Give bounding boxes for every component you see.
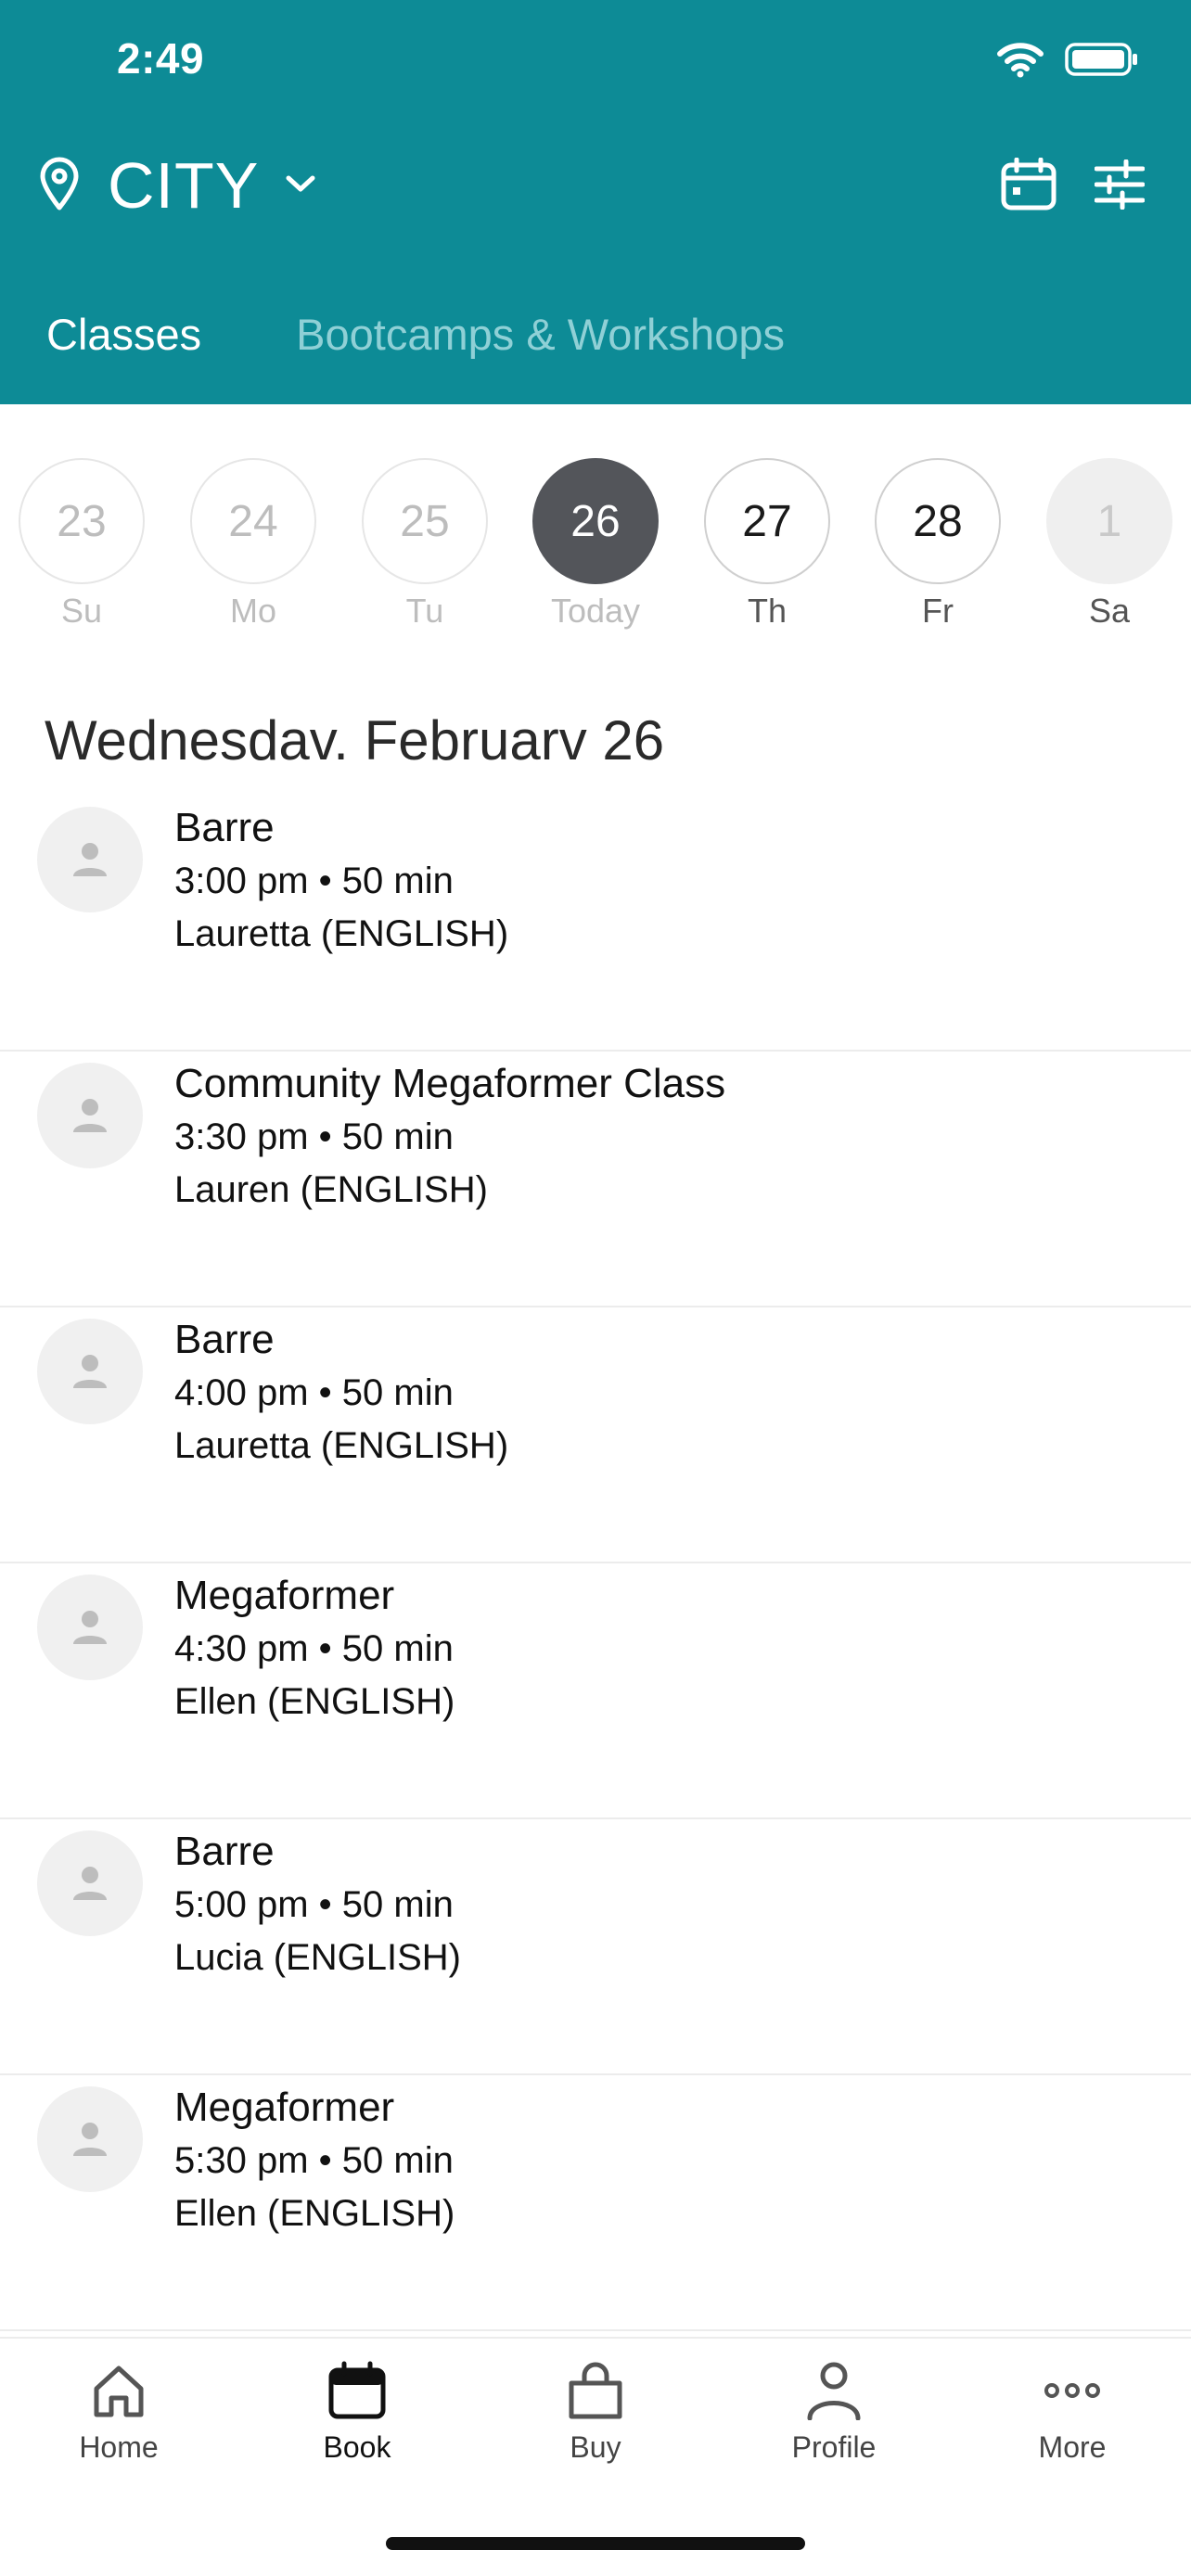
day-su[interactable]: 23 Su (19, 458, 145, 631)
class-instructor: Lauretta (ENGLISH) (174, 913, 509, 954)
location-pin-icon (37, 156, 82, 216)
day-label: Today (550, 592, 641, 630)
class-name: Barre (174, 1317, 275, 1362)
class-instructor: Lauretta (ENGLISH) (174, 1425, 509, 1466)
person-placeholder-icon (73, 1355, 107, 1388)
day-label: Fr (922, 592, 954, 630)
class-name: Megaformer (174, 2085, 395, 2130)
instructor-avatar (37, 1063, 143, 1168)
nav-book[interactable]: Book (264, 2361, 450, 2465)
class-list-item[interactable]: Barre 5:00 pm • 50 min Lucia (ENGLISH) (0, 1819, 1191, 2075)
class-time: 4:30 pm • 50 min (174, 1628, 454, 1669)
nav-profile[interactable]: Profile (741, 2361, 927, 2465)
tab-bootcamps-workshops[interactable]: Bootcamps & Workshops (248, 309, 831, 360)
day-label: Sa (1088, 592, 1131, 630)
nav-buy[interactable]: Buy (503, 2361, 688, 2465)
day-number: 1 (1046, 458, 1172, 584)
location-selector[interactable]: CITY (37, 148, 316, 223)
header: 2:49 CITY Classes Bootcamps & Workshops (0, 0, 1191, 404)
status-icons (996, 41, 1139, 83)
person-icon (807, 2362, 861, 2421)
day-label: Su (60, 592, 103, 630)
header-actions (1000, 157, 1146, 216)
instructor-avatar (37, 807, 143, 912)
person-placeholder-icon (73, 1099, 107, 1132)
day-label: Tu (405, 592, 444, 630)
class-list-item[interactable]: Megaformer 5:30 pm • 50 min Ellen (ENGLI… (0, 2075, 1191, 2331)
day-today[interactable]: 26 Today (532, 458, 659, 631)
more-icon (1044, 2383, 1100, 2398)
class-time: 4:00 pm • 50 min (174, 1372, 454, 1413)
class-name: Barre (174, 805, 275, 850)
nav-more[interactable]: More (980, 2361, 1165, 2465)
day-sa[interactable]: 1 Sa (1046, 458, 1172, 631)
schedule-date-heading: Wednesdav. Februarv 26 (45, 709, 665, 772)
nav-label: Home (79, 2430, 159, 2464)
day-th[interactable]: 27 Th (704, 458, 830, 631)
person-placeholder-icon (73, 2123, 107, 2156)
person-placeholder-icon (73, 1867, 107, 1900)
instructor-avatar (37, 1319, 143, 1424)
class-name: Community Megaformer Class (174, 1061, 726, 1106)
nav-label: Buy (570, 2430, 621, 2464)
class-list-item[interactable]: Megaformer 4:30 pm • 50 min Ellen (ENGLI… (0, 1563, 1191, 1819)
day-number: 27 (704, 458, 830, 584)
class-list: Barre 3:00 pm • 50 min Lauretta (ENGLISH… (0, 796, 1191, 2331)
day-number: 23 (19, 458, 145, 584)
person-placeholder-icon (73, 1611, 107, 1644)
class-instructor: Ellen (ENGLISH) (174, 2193, 455, 2234)
class-list-item[interactable]: Barre 3:00 pm • 50 min Lauretta (ENGLISH… (0, 796, 1191, 1052)
day-mo[interactable]: 24 Mo (190, 458, 316, 631)
class-time: 3:30 pm • 50 min (174, 1116, 454, 1157)
day-number: 24 (190, 458, 316, 584)
bag-icon (569, 2362, 622, 2419)
day-label: Mo (229, 592, 276, 630)
nav-label: Profile (791, 2430, 877, 2464)
nav-label: Book (323, 2430, 391, 2464)
instructor-avatar (37, 1830, 143, 1936)
calendar-icon (328, 2361, 386, 2419)
class-list-item[interactable]: Community Megaformer Class 3:30 pm • 50 … (0, 1052, 1191, 1307)
tab-classes[interactable]: Classes (0, 309, 248, 360)
tab-bar: Classes Bootcamps & Workshops (0, 297, 831, 371)
class-time: 5:30 pm • 50 min (174, 2140, 454, 2181)
day-label: Th (747, 592, 787, 630)
class-time: 5:00 pm • 50 min (174, 1884, 454, 1925)
day-fr[interactable]: 28 Fr (875, 458, 1001, 631)
chevron-down-icon (285, 173, 316, 198)
day-tu[interactable]: 25 Tu (362, 458, 488, 631)
class-time: 3:00 pm • 50 min (174, 861, 454, 901)
class-name: Barre (174, 1829, 275, 1874)
wifi-icon (996, 41, 1044, 83)
home-indicator (386, 2537, 805, 2550)
day-number: 26 (532, 458, 659, 584)
nav-label: More (1038, 2430, 1107, 2464)
class-instructor: Ellen (ENGLISH) (174, 1681, 455, 1722)
class-instructor: Lucia (ENGLISH) (174, 1937, 461, 1978)
day-number: 25 (362, 458, 488, 584)
day-number: 28 (875, 458, 1001, 584)
date-strip: 23 Su 24 Mo 25 Tu 26 Today 27 Th 28 Fr 1… (0, 458, 1191, 634)
class-name: Megaformer (174, 1573, 395, 1618)
battery-icon (1065, 41, 1139, 83)
nav-home[interactable]: Home (26, 2361, 211, 2465)
status-time: 2:49 (117, 34, 205, 83)
person-placeholder-icon (73, 843, 107, 876)
class-instructor: Lauren (ENGLISH) (174, 1169, 488, 1210)
instructor-avatar (37, 2086, 143, 2192)
filter-sliders-icon[interactable] (1094, 159, 1146, 214)
instructor-avatar (37, 1575, 143, 1680)
location-name: CITY (108, 149, 260, 222)
home-icon (94, 2366, 144, 2417)
calendar-icon[interactable] (1000, 157, 1057, 216)
class-list-item[interactable]: Barre 4:00 pm • 50 min Lauretta (ENGLISH… (0, 1307, 1191, 1563)
